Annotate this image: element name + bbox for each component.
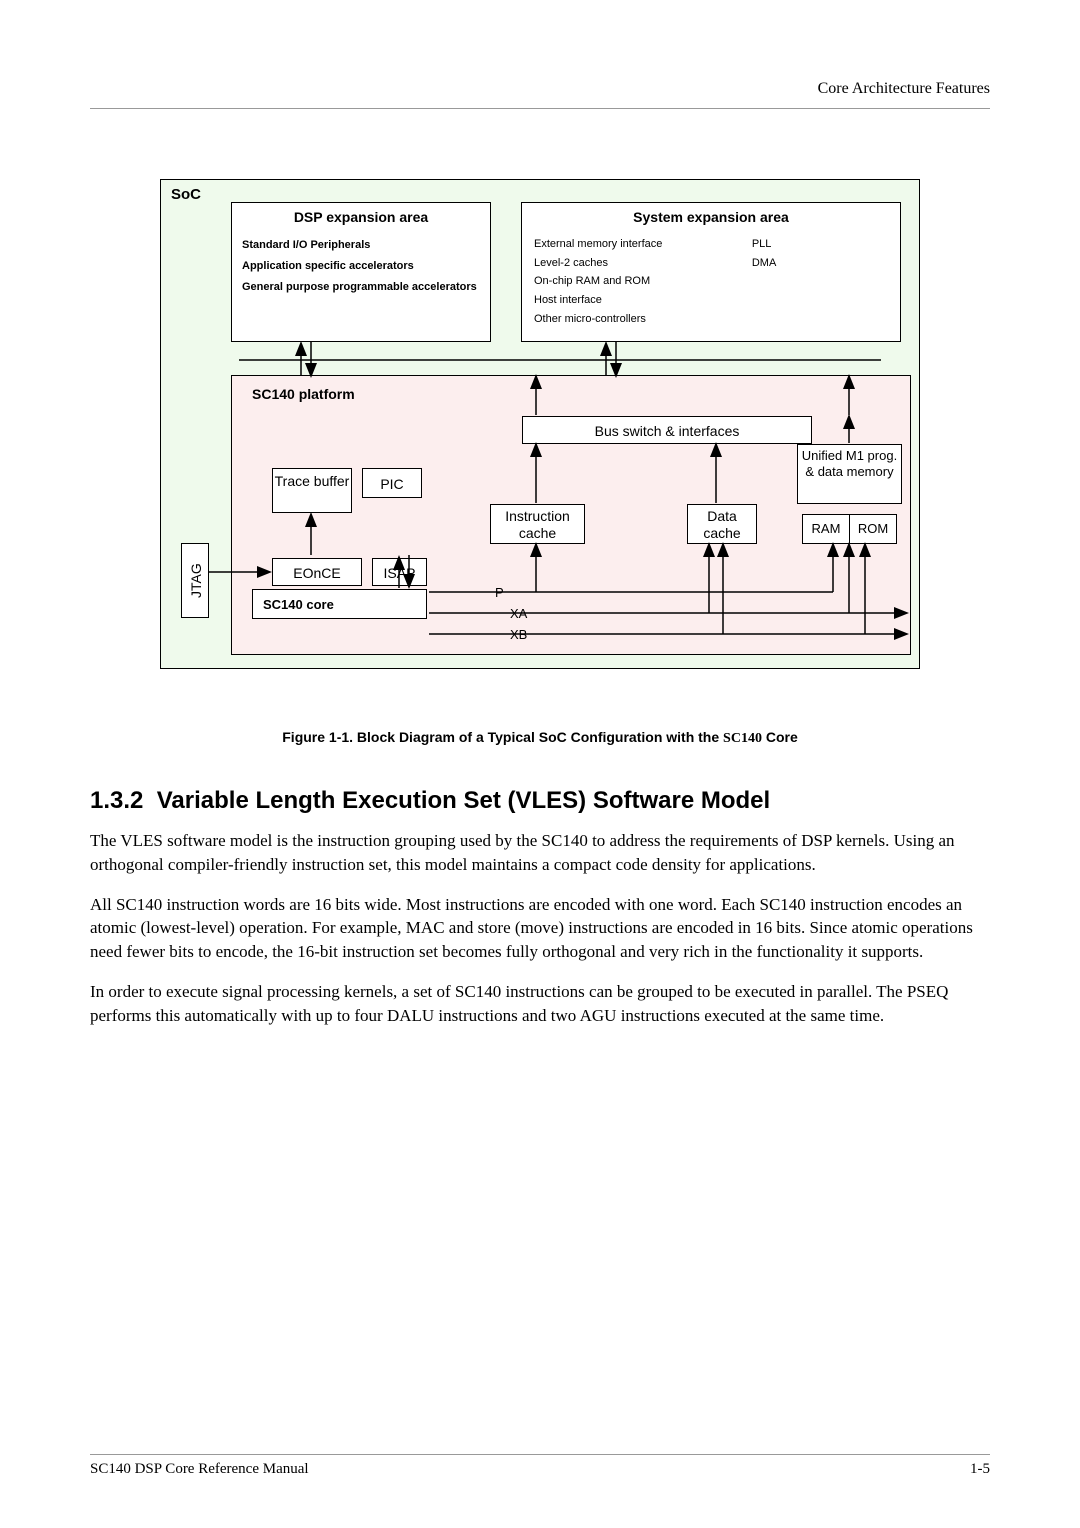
pic-box: PIC [362,468,422,498]
footer-rule [90,1454,990,1455]
data-cache-box: Data cache [687,504,757,544]
header-rule [90,108,990,109]
sys-item: Other micro-controllers [534,310,752,329]
sys-item: Host interface [534,291,752,310]
body-paragraph: All SC140 instruction words are 16 bits … [90,893,990,964]
system-expansion-box: System expansion area External memory in… [521,202,901,342]
sys-item: PLL [752,235,888,254]
xa-bus-label: XA [510,606,527,621]
platform-title: SC140 platform [252,386,355,402]
sys-item: Level-2 caches [534,254,752,273]
footer-title: SC140 DSP Core Reference Manual [90,1461,309,1478]
instruction-cache-box: Instruction cache [490,504,585,544]
soc-label: SoC [171,186,201,203]
trace-buffer-box: Trace buffer [272,468,352,513]
dsp-item: General purpose programmable accelerator… [242,277,480,298]
bus-switch-box: Bus switch & interfaces [522,416,812,444]
xb-bus-label: XB [510,627,527,642]
eonce-box: EOnCE [272,558,362,586]
running-header: Core Architecture Features [90,80,990,98]
body-paragraph: In order to execute signal processing ke… [90,980,990,1028]
figure-caption: Figure 1-1. Block Diagram of a Typical S… [90,729,990,747]
dsp-title: DSP expansion area [232,203,490,235]
sys-title: System expansion area [522,203,900,235]
sys-item: DMA [752,254,888,273]
dsp-item: Standard I/O Peripherals [242,235,480,256]
dsp-item: Application specific accelerators [242,256,480,277]
rom-label: ROM [850,515,896,543]
sc140-core-box: SC140 core [252,589,427,619]
isap-box: ISAP [372,558,427,586]
ram-label: RAM [803,515,850,543]
unified-memory-box: Unified M1 prog. & data memory [797,444,902,504]
body-paragraph: The VLES software model is the instructi… [90,829,990,877]
ram-rom-box: RAM ROM [802,514,897,544]
sys-item: External memory interface [534,235,752,254]
jtag-box: JTAG [181,543,209,618]
block-diagram: SoC DSP expansion area Standard I/O Peri… [160,179,920,669]
page-number: 1-5 [970,1461,990,1478]
p-bus-label: P [495,585,504,600]
sys-item: On-chip RAM and ROM [534,272,752,291]
platform-box: SC140 platform Bus switch & interfaces T… [231,375,911,655]
page-footer: SC140 DSP Core Reference Manual 1-5 [90,1454,990,1478]
section-heading: 1.3.2 Variable Length Execution Set (VLE… [90,787,990,815]
dsp-expansion-box: DSP expansion area Standard I/O Peripher… [231,202,491,342]
